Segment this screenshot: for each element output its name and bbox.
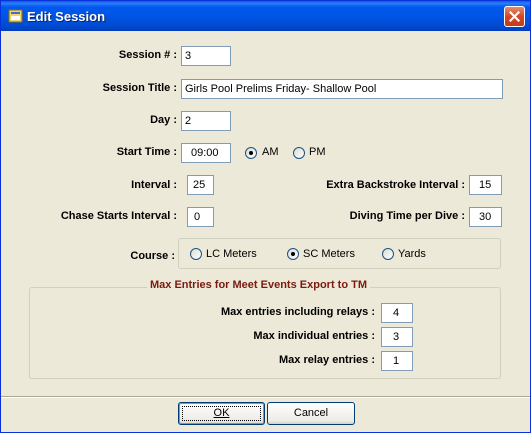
max-relay-entries-label: Max relay entries : (279, 354, 375, 366)
course-yards-radio[interactable] (382, 248, 394, 260)
session-title-label: Session Title : (102, 82, 177, 94)
course-sc-meters-label: SC Meters (303, 248, 355, 260)
interval-input[interactable]: 25 (187, 175, 214, 195)
start-time-input[interactable]: 09:00 (181, 143, 231, 163)
pm-radio[interactable] (293, 147, 305, 159)
session-number-label: Session # : (118, 49, 177, 61)
course-yards-label: Yards (398, 248, 426, 260)
focus-rect (182, 406, 261, 421)
button-separator (1, 396, 530, 398)
max-entries-incl-relays-input[interactable]: 4 (381, 303, 413, 323)
diving-time-input[interactable]: 30 (469, 207, 502, 227)
chase-starts-input[interactable]: 0 (187, 207, 214, 227)
am-label: AM (262, 146, 279, 158)
chase-starts-label: Chase Starts Interval : (60, 210, 177, 222)
close-button[interactable] (504, 6, 525, 27)
course-sc-meters-radio[interactable] (287, 248, 299, 260)
title-bar[interactable]: Edit Session (1, 1, 530, 31)
ok-button[interactable]: OK (178, 402, 265, 425)
close-icon (509, 11, 520, 22)
session-number-input[interactable]: 3 (181, 46, 231, 66)
day-input[interactable]: 2 (181, 111, 231, 131)
start-time-label: Start Time : (116, 146, 177, 158)
max-individual-entries-label: Max individual entries : (253, 330, 375, 342)
max-relay-entries-input[interactable]: 1 (381, 351, 413, 371)
edit-session-dialog: Edit Session Session # : 3 Session Title… (0, 0, 531, 433)
max-entries-incl-relays-label: Max entries including relays : (220, 306, 375, 318)
max-entries-group-title: Max Entries for Meet Events Export to TM (147, 279, 370, 291)
window-title: Edit Session (27, 9, 106, 24)
diving-time-label: Diving Time per Dive : (349, 210, 465, 222)
pm-label: PM (309, 146, 326, 158)
course-label: Course : (130, 250, 175, 262)
interval-label: Interval : (131, 179, 177, 191)
max-individual-entries-input[interactable]: 3 (381, 327, 413, 347)
cancel-button-label: Cancel (293, 407, 329, 419)
session-title-input[interactable]: Girls Pool Prelims Friday- Shallow Pool (181, 79, 503, 99)
extra-backstroke-label: Extra Backstroke Interval : (326, 179, 465, 191)
am-radio[interactable] (245, 147, 257, 159)
course-lc-meters-label: LC Meters (206, 248, 257, 260)
cancel-button[interactable]: Cancel (267, 402, 355, 425)
app-icon (8, 8, 24, 24)
extra-backstroke-input[interactable]: 15 (469, 175, 502, 195)
course-lc-meters-radio[interactable] (190, 248, 202, 260)
day-label: Day : (150, 114, 177, 126)
